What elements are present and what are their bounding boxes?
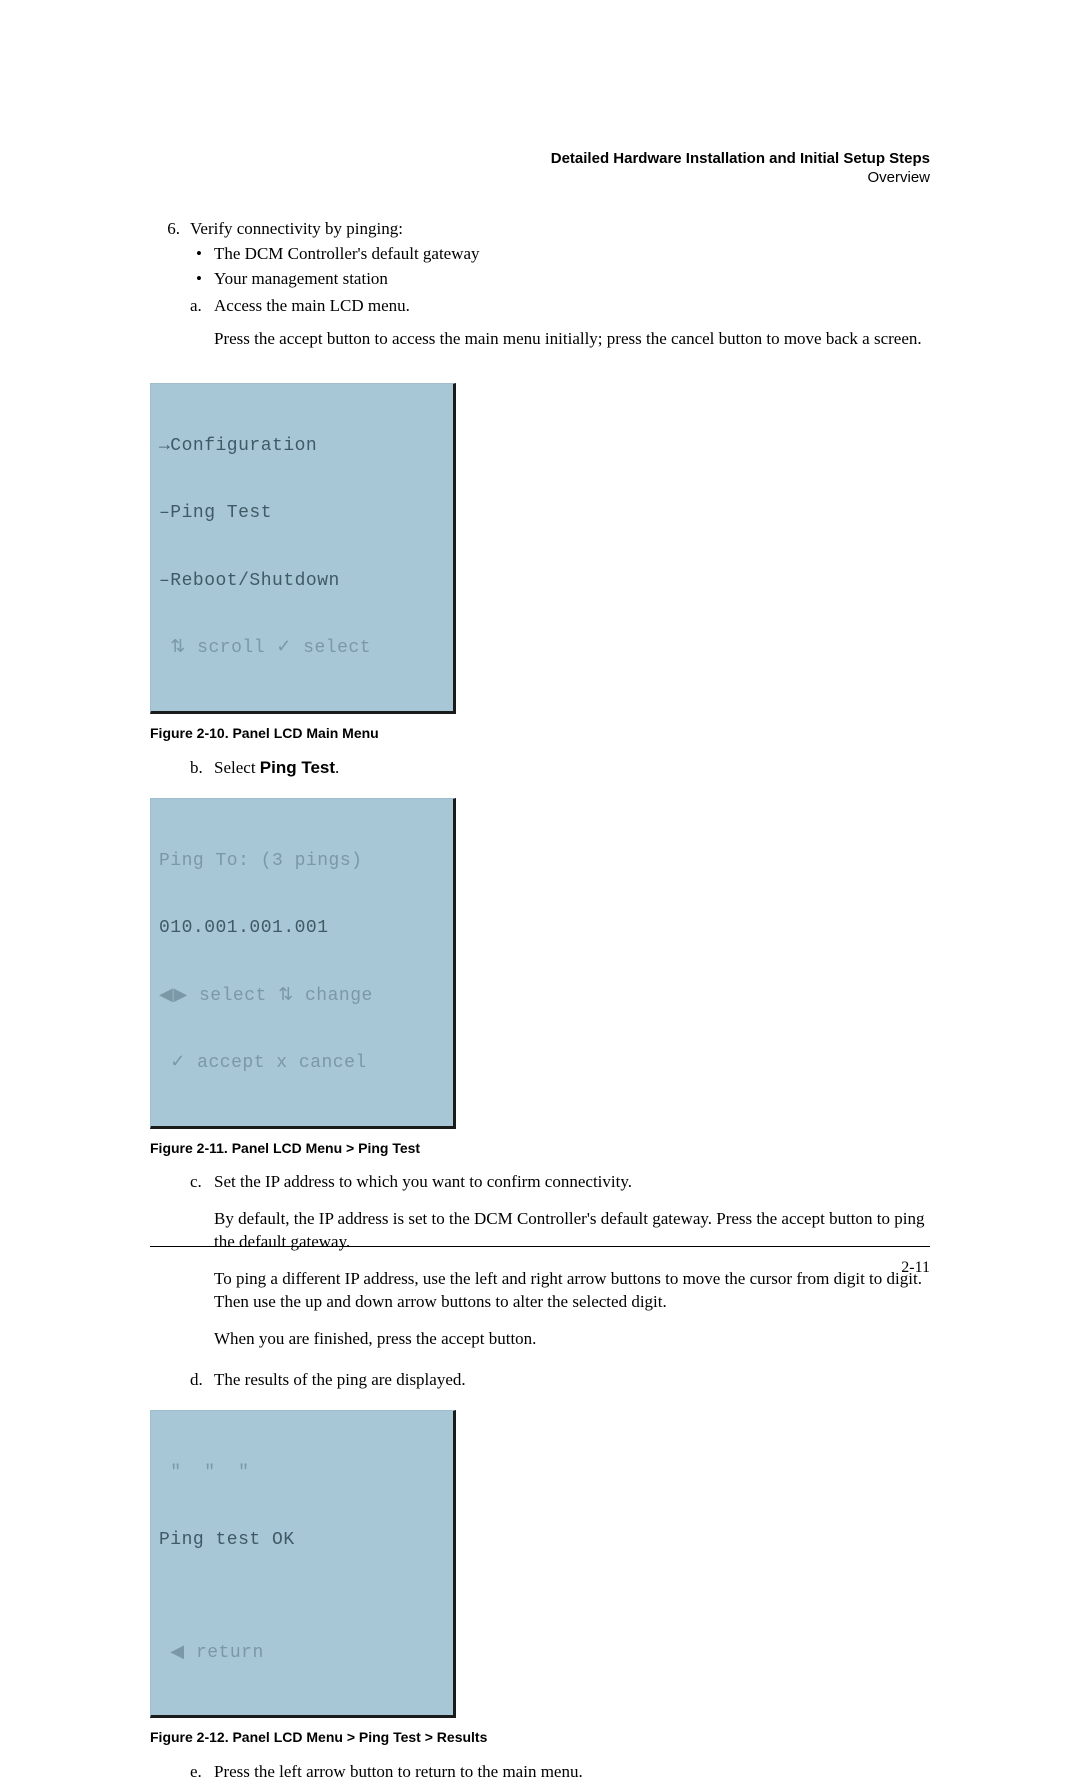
substep-text: Set the IP address to which you want to …	[214, 1171, 930, 1194]
substep-d: d. The results of the ping are displayed…	[190, 1369, 930, 1392]
substep-body: Select Ping Test.	[214, 757, 930, 780]
bullet-item: The DCM Controller's default gateway	[190, 243, 930, 266]
lcd-line: Ping test OK	[159, 1529, 445, 1552]
figure-2-11: Ping To: (3 pings) 010.001.001.001 ◀▶ se…	[150, 798, 930, 1158]
lcd-line: –Reboot/Shutdown	[159, 570, 445, 593]
step-bullets: The DCM Controller's default gateway You…	[190, 243, 930, 291]
substep-a: a. Access the main LCD menu. Press the a…	[190, 295, 930, 365]
lcd-line: ◀▶ select ⇅ change	[159, 985, 445, 1008]
substep-body: The results of the ping are displayed.	[214, 1369, 930, 1392]
lcd-line: →Configuration	[159, 435, 445, 458]
substep-body: Press the left arrow button to return to…	[214, 1761, 930, 1784]
page-number: 2-11	[901, 1259, 930, 1277]
lcd-ping-test: Ping To: (3 pings) 010.001.001.001 ◀▶ se…	[150, 798, 456, 1129]
substep-prefix: Select	[214, 758, 260, 777]
lcd-line: Ping To: (3 pings)	[159, 850, 445, 873]
lcd-line: 010.001.001.001	[159, 917, 445, 940]
substep-text: Access the main LCD menu.	[214, 295, 930, 318]
substep-marker: c.	[190, 1171, 214, 1365]
substep-b: b. Select Ping Test.	[190, 757, 930, 780]
substep-marker: e.	[190, 1761, 214, 1784]
running-head-section: Overview	[150, 169, 930, 186]
footer-rule	[150, 1246, 930, 1247]
substep-marker: a.	[190, 295, 214, 365]
substep-marker: d.	[190, 1369, 214, 1392]
substep-body: Access the main LCD menu. Press the acce…	[214, 295, 930, 365]
document-page: Detailed Hardware Installation and Initi…	[0, 0, 1080, 1397]
figure-caption: Figure 2-10. Panel LCD Main Menu	[150, 724, 930, 743]
substep-para: By default, the IP address is set to the…	[214, 1208, 930, 1254]
lcd-line: " " "	[159, 1462, 445, 1485]
step-6: 6. Verify connectivity by pinging: The D…	[150, 218, 930, 365]
substep-text: Press the left arrow button to return to…	[214, 1761, 930, 1784]
lcd-line: ⇅ scroll ✓ select	[159, 637, 445, 660]
substep-text: The results of the ping are displayed.	[214, 1369, 930, 1392]
substep-e: e. Press the left arrow button to return…	[190, 1761, 930, 1784]
figure-2-12: " " " Ping test OK ◀ return Figure 2-12.…	[150, 1410, 930, 1747]
lcd-line: ◀ return	[159, 1642, 445, 1665]
step-body: Verify connectivity by pinging: The DCM …	[190, 218, 930, 365]
figure-caption: Figure 2-11. Panel LCD Menu > Ping Test	[150, 1139, 930, 1158]
figure-2-10: →Configuration –Ping Test –Reboot/Shutdo…	[150, 383, 930, 743]
substep-bold: Ping Test	[260, 758, 335, 777]
step-marker: 6.	[150, 218, 190, 365]
substep-para: Press the accept button to access the ma…	[214, 328, 930, 351]
substep-marker: b.	[190, 757, 214, 780]
step-lead: Verify connectivity by pinging:	[190, 218, 930, 241]
bullet-item: Your management station	[190, 268, 930, 291]
substep-suffix: .	[335, 758, 339, 777]
lcd-line: ✓ accept x cancel	[159, 1052, 445, 1075]
running-head-chapter: Detailed Hardware Installation and Initi…	[150, 150, 930, 167]
figure-caption: Figure 2-12. Panel LCD Menu > Ping Test …	[150, 1728, 930, 1747]
substep-body: Set the IP address to which you want to …	[214, 1171, 930, 1365]
substep-para: To ping a different IP address, use the …	[214, 1268, 930, 1314]
page-content: 6. Verify connectivity by pinging: The D…	[150, 218, 930, 1784]
running-head: Detailed Hardware Installation and Initi…	[150, 150, 930, 186]
lcd-ping-results: " " " Ping test OK ◀ return	[150, 1410, 456, 1719]
lcd-line: –Ping Test	[159, 502, 445, 525]
lcd-main-menu: →Configuration –Ping Test –Reboot/Shutdo…	[150, 383, 456, 714]
substep-c: c. Set the IP address to which you want …	[190, 1171, 930, 1365]
substep-para: When you are finished, press the accept …	[214, 1328, 930, 1351]
